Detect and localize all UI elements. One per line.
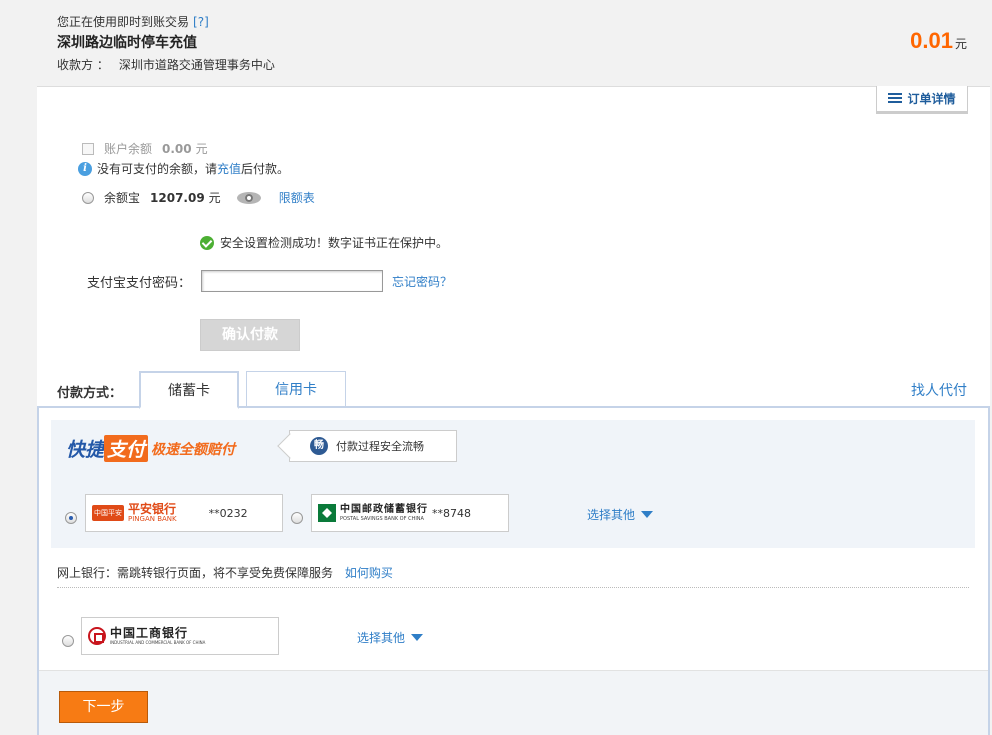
payment-area: 快捷 支付 极速全额赔付 畅 付款过程安全流畅 中国平安 平安银行 PINGAN B… [37, 406, 990, 735]
bank-radio-psbc[interactable] [291, 512, 303, 524]
pingan-en: PINGAN BANK [128, 515, 177, 523]
yuebao-label: 余额宝 [104, 191, 141, 205]
payee: 收款方 ： 深圳市道路交通管理事务中心 [57, 56, 275, 73]
bank-card-icbc[interactable]: 中国工商银行 INDUSTRIAL AND COMMERCIAL BANK OF… [81, 617, 279, 655]
bank-radio-pingan[interactable] [65, 512, 77, 524]
order-header: 您正在使用即时到账交易 [?] 深圳路边临时停车充值 收款方 ： 深圳市道路交通管理… [0, 0, 992, 86]
limit-table-link[interactable]: 限额表 [279, 189, 315, 206]
bank-card-psbc[interactable]: 中国邮政储蓄银行 POSTAL SAVINGS BANK OF CHINA **… [311, 494, 509, 532]
pingan-bank-logo: 中国平安 平安银行 PINGAN BANK [92, 503, 177, 523]
bank-card-pingan[interactable]: 中国平安 平安银行 PINGAN BANK **0232 [85, 494, 283, 532]
choose-other-netbank[interactable]: 选择其他 [357, 629, 424, 646]
yuebao-row: 余额宝 1207.09 元 限额表 [82, 189, 315, 206]
find-payer-link[interactable]: 找人代付 [911, 380, 967, 400]
payee-name: 深圳市道路交通管理事务中心 [118, 58, 275, 72]
instant-trade-notice: 您正在使用即时到账交易 [?] [57, 13, 209, 30]
amount-unit: 元 [954, 37, 967, 51]
info-text: 没有可支付的余额，请 [97, 162, 218, 176]
payment-card: 订单详情 账户余额 0.00 元 i 没有可支付的余额，请充值后付款。 余额宝 … [37, 86, 990, 735]
netbank-text: 网上银行：需跳转银行页面，将不享受免费保障服务 [57, 566, 334, 580]
security-status: 安全设置检测成功！数字证书正在保护中。 [200, 234, 448, 251]
netbank-notice: 网上银行：需跳转银行页面，将不享受免费保障服务 如何购买 [57, 564, 393, 581]
balance-row: 账户余额 0.00 元 [82, 140, 208, 157]
how-to-buy-link[interactable]: 如何购买 [345, 566, 393, 580]
tab-credit-card[interactable]: 信用卡 [246, 371, 346, 407]
yuebao-radio[interactable] [82, 191, 94, 204]
password-label: 支付宝支付密码： [87, 275, 192, 291]
footer-band [39, 670, 988, 735]
order-detail-button[interactable]: 订单详情 [876, 86, 968, 114]
icbc-name: 中国工商银行 [110, 626, 189, 640]
icbc-mark [88, 627, 106, 645]
order-amount: 0.01 元 [910, 28, 967, 54]
order-detail-label: 订单详情 [907, 92, 956, 106]
balance-unit: 元 [195, 142, 208, 156]
password-input[interactable] [201, 270, 383, 292]
forgot-password-link[interactable]: 忘记密码？ [392, 273, 452, 290]
smooth-icon: 畅 [310, 437, 328, 455]
psbc-mark [318, 504, 336, 522]
safe-badge-text: 付款过程安全流畅 [336, 440, 424, 453]
triangle-down-icon [411, 634, 424, 641]
notice-text: 您正在使用即时到账交易 [57, 15, 190, 29]
quickpay-panel: 快捷 支付 极速全额赔付 畅 付款过程安全流畅 中国平安 平安银行 PINGAN B… [51, 420, 975, 548]
balance-value: 0.00 [162, 141, 192, 156]
quickpay-logo-b: 支付 [104, 435, 149, 462]
pingan-mark: 中国平安 [92, 505, 124, 521]
balance-info: i 没有可支付的余额，请充值后付款。 [78, 160, 289, 177]
quickpay-logo-c: 极速全额赔付 [151, 441, 236, 458]
check-icon [200, 235, 214, 250]
balance-label: 账户余额 [104, 142, 153, 156]
eye-icon[interactable] [236, 191, 261, 204]
divider [57, 587, 969, 588]
psbc-en: POSTAL SAVINGS BANK OF CHINA [340, 515, 424, 522]
choose-other-label: 选择其他 [587, 508, 636, 522]
payment-method-label: 付款方式： [57, 386, 123, 401]
payee-label: 收款方 ： [57, 58, 109, 72]
safe-badge: 畅 付款过程安全流畅 [289, 430, 457, 462]
tab-debit-card[interactable]: 储蓄卡 [139, 371, 239, 409]
info-icon: i [78, 161, 92, 176]
password-row: 支付宝支付密码： 忘记密码？ [87, 270, 452, 292]
recharge-link[interactable]: 充值 [217, 162, 241, 176]
choose-other-netbank-label: 选择其他 [357, 631, 406, 645]
icbc-bank-logo: 中国工商银行 INDUSTRIAL AND COMMERCIAL BANK OF… [88, 627, 205, 645]
quickpay-logo-a: 快捷 [66, 439, 105, 461]
payment-method-bar: 付款方式： 储蓄卡 信用卡 找人代付 [37, 371, 990, 409]
psbc-account: **8748 [432, 506, 471, 520]
amount-value: 0.01 [910, 28, 953, 53]
security-message: 安全设置检测成功！数字证书正在保护中。 [220, 236, 449, 250]
psbc-bank-logo: 中国邮政储蓄银行 POSTAL SAVINGS BANK OF CHINA [318, 504, 428, 522]
quickpay-logo: 快捷 支付 极速全额赔付 [66, 435, 235, 462]
balance-checkbox[interactable] [82, 142, 94, 155]
list-icon [888, 93, 903, 104]
help-link[interactable]: [?] [193, 15, 209, 29]
psbc-name: 中国邮政储蓄银行 [340, 503, 428, 515]
triangle-down-icon [641, 511, 654, 518]
bank-radio-icbc[interactable] [62, 635, 74, 647]
icbc-en: INDUSTRIAL AND COMMERCIAL BANK OF CHINA [110, 640, 206, 645]
yuebao-unit: 元 [208, 191, 221, 205]
info-text-suffix: 后付款。 [241, 162, 290, 176]
choose-other-bank[interactable]: 选择其他 [587, 506, 654, 523]
yuebao-value: 1207.09 [150, 190, 205, 205]
next-step-button[interactable]: 下一步 [59, 691, 148, 723]
pingan-account: **0232 [208, 506, 248, 520]
product-title: 深圳路边临时停车充值 [57, 35, 197, 51]
confirm-payment-button[interactable]: 确认付款 [200, 319, 300, 351]
pingan-name: 平安银行 [128, 502, 177, 516]
